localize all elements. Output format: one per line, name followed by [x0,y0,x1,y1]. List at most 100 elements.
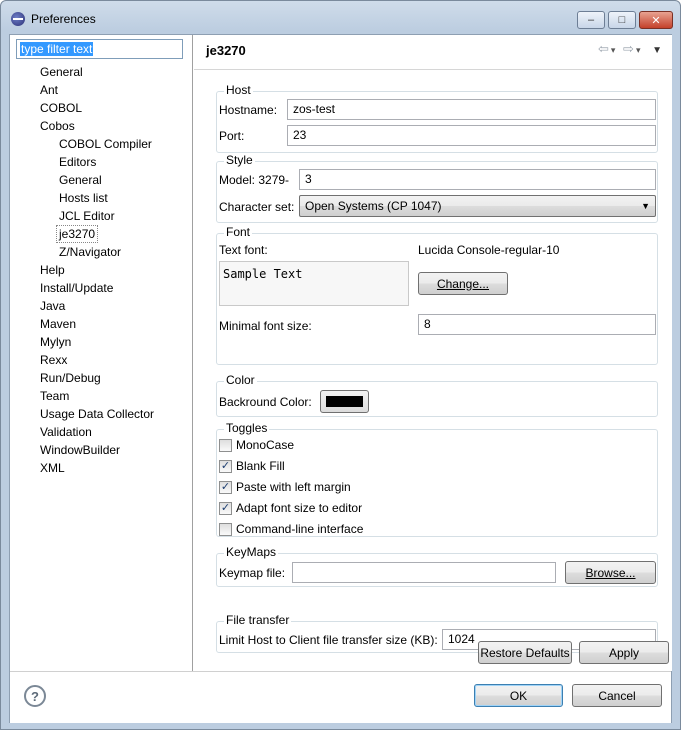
port-input[interactable]: 23 [287,125,656,146]
tree-item[interactable]: Team [40,387,69,405]
tree-item[interactable]: General [59,171,102,189]
transfer-limit-label: Limit Host to Client file transfer size … [219,633,438,647]
tree-item[interactable]: XML [40,459,65,477]
keymap-file-input[interactable] [292,562,556,583]
forward-history-dropdown-icon[interactable]: ▾ [636,45,643,55]
charset-selected-value: Open Systems (CP 1047) [305,199,442,213]
text-font-label: Text font: [219,243,268,257]
cancel-button[interactable]: Cancel [572,684,662,707]
font-legend: Font [224,225,253,239]
tree-item[interactable]: General [40,63,83,81]
toggles-group: Toggles MonoCase ✓ Blank Fill ✓ Paste with l… [216,421,658,537]
tree-item[interactable]: COBOL Compiler [59,135,152,153]
restore-defaults-button[interactable]: Restore Defaults [478,641,572,664]
apply-button[interactable]: Apply [579,641,669,664]
window-title: Preferences [31,12,96,26]
toggle-label: Blank Fill [236,459,285,473]
dialog-button-bar: ? OK Cancel [10,671,671,723]
back-history-dropdown-icon[interactable]: ▾ [611,45,618,55]
chevron-down-icon: ▼ [641,201,650,211]
toggle-label: MonoCase [236,438,295,452]
toggle-checkbox[interactable]: ✓ Blank Fill [219,459,285,473]
color-legend: Color [224,373,257,387]
tree-item[interactable]: Ant [40,81,58,99]
style-legend: Style [224,153,255,167]
tree-item[interactable]: Maven [40,315,76,333]
close-button[interactable]: ✕ [639,11,673,29]
tree-item[interactable]: Editors [59,153,96,171]
filter-input[interactable]: type filter text [16,39,183,59]
eclipse-icon [11,12,25,26]
font-sample-preview: Sample Text [219,261,409,306]
change-font-button[interactable]: Change... [418,272,508,295]
toggle-label: Paste with left margin [236,480,351,494]
tree-item[interactable]: je3270 [56,225,99,243]
back-arrow-icon[interactable]: ⇦ [598,41,611,56]
dialog-client-area: type filter text General Ant COBOL Cobos COB… [9,34,672,723]
tree-item[interactable]: Validation [40,423,92,441]
tree-item[interactable]: Help [40,261,65,279]
checkmark-icon[interactable]: ✓ [219,480,232,494]
toggle-checkbox[interactable]: Command-line interface [219,522,363,536]
tree-item[interactable]: COBOL [40,99,82,117]
change-font-label: Change... [436,276,490,291]
file-transfer-legend: File transfer [224,613,292,627]
font-group: Font Text font: Lucida Console-regular-1… [216,225,658,365]
charset-select[interactable]: Open Systems (CP 1047) ▼ [299,195,656,217]
title-separator [194,69,672,70]
view-menu-icon[interactable]: ▼ [652,45,664,56]
maximize-button[interactable]: □ [608,11,636,29]
background-color-label: Backround Color: [219,395,312,409]
toggle-label: Adapt font size to editor [236,501,363,515]
tree-item[interactable]: Java [40,297,65,315]
checkbox-empty-icon[interactable] [219,522,232,536]
page-title: je3270 [206,43,246,58]
keymaps-legend: KeyMaps [224,545,279,559]
hostname-label: Hostname: [219,103,278,117]
color-swatch [326,396,363,407]
title-bar[interactable]: Preferences – □ ✕ [1,1,680,35]
tree-item[interactable]: Install/Update [40,279,113,297]
page-navigation: ⇦▾ ⇨▾ ▼ [598,41,664,57]
port-label: Port: [219,129,245,143]
keymap-file-label: Keymap file: [219,566,286,580]
hostname-input[interactable]: zos-test [287,99,656,120]
toggle-label: Command-line interface [236,522,364,536]
browse-button[interactable]: Browse... [565,561,656,584]
color-group: Color Backround Color: [216,373,658,417]
filter-text: type filter text [20,42,94,56]
ok-button[interactable]: OK [474,684,563,707]
host-group: Host Hostname: zos-test Port: 23 [216,83,658,153]
host-legend: Host [224,83,253,97]
checkmark-icon[interactable]: ✓ [219,501,232,515]
toggle-checkbox[interactable]: ✓ Adapt font size to editor [219,501,362,515]
tree-item[interactable]: WindowBuilder [40,441,120,459]
help-icon[interactable]: ? [24,685,46,707]
preference-page: je3270 ⇦▾ ⇨▾ ▼ Host Hostname: zos-test P… [194,35,672,671]
charset-label: Character set: [219,200,295,214]
toggle-checkbox[interactable]: ✓ Paste with left margin [219,480,351,494]
tree-item[interactable]: Usage Data Collector [40,405,154,423]
tree-item[interactable]: Rexx [40,351,67,369]
minimize-button[interactable]: – [577,11,605,29]
tree-item[interactable]: JCL Editor [59,207,115,225]
tree-item[interactable]: Hosts list [59,189,108,207]
tree-item[interactable]: Cobos [40,117,75,135]
checkbox-empty-icon[interactable] [219,438,232,452]
toggles-legend: Toggles [224,421,270,435]
background-color-button[interactable] [320,390,369,413]
model-input[interactable]: 3 [299,169,656,190]
preferences-window: Preferences – □ ✕ type filter text Gener… [0,0,681,730]
min-font-size-input[interactable]: 8 [418,314,656,335]
toggle-checkbox[interactable]: MonoCase [219,438,294,452]
min-font-size-label: Minimal font size: [219,319,312,333]
font-name: Lucida Console-regular-10 [418,243,560,257]
forward-arrow-icon[interactable]: ⇨ [623,41,636,56]
preference-tree-pane: type filter text General Ant COBOL Cobos COB… [10,35,193,671]
model-label: Model: 3279- [219,173,290,187]
tree-item[interactable]: Mylyn [40,333,71,351]
browse-label: Browse... [585,565,636,580]
checkmark-icon[interactable]: ✓ [219,459,232,473]
tree-item[interactable]: Z/Navigator [59,243,121,261]
tree-item[interactable]: Run/Debug [40,369,101,387]
